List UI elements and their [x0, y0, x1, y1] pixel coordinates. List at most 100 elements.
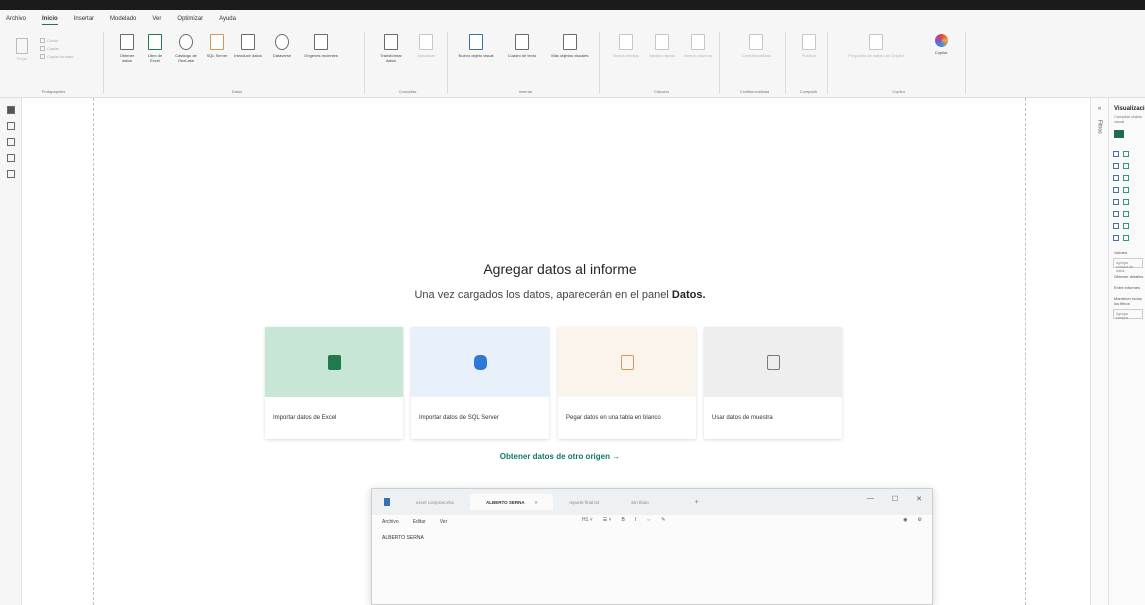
new-column-icon — [691, 34, 705, 50]
tab-inicio[interactable]: Inicio — [42, 14, 58, 25]
notepad-tab[interactable]: reporte final.txt — [553, 494, 615, 510]
cut-button[interactable]: Cortar — [40, 36, 73, 44]
sample-data-card[interactable]: Usar datos de muestra — [704, 327, 842, 439]
clear-format-button[interactable]: ✎ — [661, 517, 665, 523]
paste-button[interactable]: Pegar — [12, 38, 32, 61]
tab-optimizar[interactable]: Optimizar — [177, 14, 203, 24]
line-chart-icon[interactable] — [1113, 163, 1119, 169]
more-visuals-button[interactable]: Más objetos visuales — [550, 34, 590, 58]
visual-row — [1113, 220, 1145, 232]
area-chart-icon[interactable] — [1123, 163, 1129, 169]
new-measure-button[interactable]: Nueva medida — [610, 34, 642, 58]
table-view-icon[interactable] — [6, 122, 15, 130]
cross-report-toggle[interactable]: Entre informes — [1114, 285, 1145, 290]
matrix-icon[interactable] — [1123, 187, 1129, 193]
combo-chart-icon[interactable] — [1113, 175, 1119, 181]
minimize-icon[interactable]: — — [867, 495, 874, 503]
list-dropdown[interactable]: ☰ ˅ — [603, 517, 612, 523]
keep-filters-toggle[interactable]: Mantener todos los filtros — [1114, 296, 1145, 306]
notepad-tab-bar: excel compras.xlsx ALBERTO SERNA × report… — [372, 489, 932, 515]
card-top — [704, 327, 842, 397]
new-column-button[interactable]: Nueva columna — [682, 34, 714, 58]
new-tab-icon[interactable]: + — [695, 499, 699, 506]
maximize-icon[interactable]: ☐ — [892, 495, 898, 503]
cut-icon — [40, 37, 45, 43]
report-view-icon[interactable] — [6, 106, 15, 114]
publish-button[interactable]: Publicar — [798, 34, 820, 58]
collapse-arrow-icon[interactable]: « — [1091, 106, 1108, 112]
tab-archivo[interactable]: Archivo — [6, 14, 26, 24]
visual-row — [1113, 160, 1145, 172]
onelake-catalog-button[interactable]: Catálogo de OneLake — [172, 34, 200, 63]
menu-editar[interactable]: Editar — [413, 519, 426, 525]
enter-data-button[interactable]: Introducir datos — [234, 34, 262, 58]
ribbon-chart-icon[interactable] — [1123, 175, 1129, 181]
close-tab-icon[interactable]: × — [535, 500, 538, 505]
clipboard-group: Pegar Cortar Copiar Copiar formato Porta… — [4, 32, 104, 94]
heading-dropdown[interactable]: H1 ˅ — [582, 517, 593, 523]
drill-through-drop-zone[interactable]: Agregar campos — [1113, 309, 1143, 320]
refresh-icon — [419, 34, 433, 50]
paginated-report-icon[interactable] — [1113, 223, 1119, 229]
tmdl-view-icon[interactable] — [6, 170, 15, 178]
other-source-link[interactable]: Obtener datos de otro origen → — [300, 452, 820, 461]
settings-icon[interactable]: ⚙ — [918, 517, 922, 523]
import-excel-card[interactable]: Importar datos de Excel — [265, 327, 403, 439]
notepad-tab-active[interactable]: ALBERTO SERNA × — [470, 494, 554, 510]
filters-pane[interactable]: « Filtros — [1090, 98, 1108, 605]
tab-insertar[interactable]: Insertar — [74, 14, 94, 24]
import-sql-card[interactable]: Importar datos de SQL Server — [411, 327, 549, 439]
copilot-icon[interactable]: ◉ — [903, 517, 907, 523]
text-box-button[interactable]: Cuadro de texto — [504, 34, 540, 58]
tab-ayuda[interactable]: Ayuda — [219, 14, 236, 24]
excel-workbook-button[interactable]: Libro de Excel — [144, 34, 166, 63]
clustered-bar-icon[interactable] — [1123, 151, 1129, 157]
key-influencers-icon[interactable] — [1113, 235, 1119, 241]
card-icon[interactable] — [1113, 199, 1119, 205]
tab-ver[interactable]: Ver — [152, 14, 161, 24]
notepad-text-area[interactable]: ALBERTO SERNA — [372, 529, 932, 547]
model-view-icon[interactable] — [6, 138, 15, 146]
copilot-questions-button[interactable]: Preguntas de datos con Copilot — [838, 34, 914, 58]
dataverse-button[interactable]: Dataverse — [268, 34, 296, 58]
stacked-bar-icon[interactable] — [1113, 151, 1119, 157]
new-visual-button[interactable]: Nuevo objeto visual — [458, 34, 494, 58]
copilot-icon — [934, 34, 948, 47]
refresh-button[interactable]: Actualizar — [412, 34, 440, 58]
notepad-tab[interactable]: Sin título — [615, 494, 665, 510]
bold-button[interactable]: B — [622, 517, 625, 523]
slicer-icon[interactable] — [1123, 199, 1129, 205]
menu-archivo[interactable]: Archivo — [382, 519, 399, 525]
dax-query-view-icon[interactable] — [6, 154, 15, 162]
notepad-menu-bar: Archivo Editar Ver H1 ˅ ☰ ˅ B I ⇔ ✎ ◉ ⚙ — [372, 515, 932, 529]
close-icon[interactable]: ✕ — [916, 495, 922, 503]
sensitivity-button[interactable]: Confidencialidad — [736, 34, 776, 58]
transform-data-button[interactable]: Transformar datos — [376, 34, 406, 63]
tab-modelado[interactable]: Modelado — [110, 14, 136, 24]
canvas-left-boundary — [93, 98, 94, 605]
recent-sources-button[interactable]: Orígenes recientes — [304, 34, 338, 58]
queries-group: Transformar datos Actualizar Consultas — [368, 32, 448, 94]
insert-group: Nuevo objeto visual Cuadro de texto Más … — [452, 32, 600, 94]
notepad-tab[interactable]: excel compras.xlsx — [400, 494, 470, 510]
link-button[interactable]: ⇔ — [646, 517, 651, 523]
format-painter-button[interactable]: Copiar formato — [40, 52, 73, 60]
build-visual-icon[interactable] — [1114, 130, 1124, 138]
power-apps-icon[interactable] — [1123, 223, 1129, 229]
get-data-button[interactable]: Obtener datos — [116, 34, 138, 63]
sql-server-button[interactable]: SQL Server — [206, 34, 228, 58]
python-visual-icon[interactable] — [1113, 211, 1119, 217]
menu-ver[interactable]: Ver — [440, 519, 448, 525]
italic-button[interactable]: I — [635, 517, 636, 523]
r-visual-icon[interactable] — [1123, 211, 1129, 217]
values-drop-zone[interactable]: Agregar campos de datos — [1113, 258, 1143, 273]
quick-measure-button[interactable]: Medida rápida — [646, 34, 678, 58]
notepad-icon — [384, 498, 390, 506]
more-visuals-icon[interactable] — [1123, 235, 1129, 241]
ribbon: Pegar Cortar Copiar Copiar formato Porta… — [0, 28, 1145, 98]
copilot-button[interactable]: Copilot — [928, 34, 954, 55]
text-box-icon — [515, 34, 529, 50]
copy-button[interactable]: Copiar — [40, 44, 73, 52]
table-icon[interactable] — [1113, 187, 1119, 193]
paste-data-card[interactable]: Pegar datos en una tabla en blanco — [558, 327, 696, 439]
